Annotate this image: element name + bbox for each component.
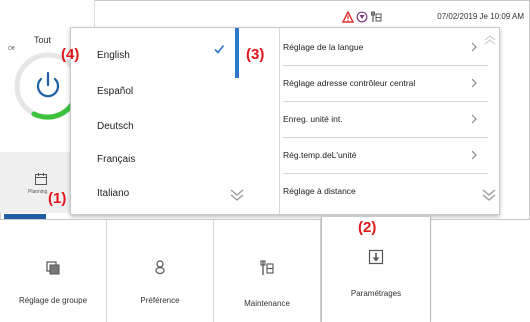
toolbar-label: Maintenance — [244, 299, 290, 308]
check-icon — [214, 45, 225, 54]
warning-icon[interactable] — [342, 11, 354, 23]
settings-item-label: Réglage de la langue — [283, 42, 364, 52]
language-item-espanol[interactable]: Español — [97, 86, 133, 97]
settings-download-icon — [368, 249, 384, 265]
menu-divider — [279, 28, 280, 214]
chevron-right-icon — [471, 78, 477, 88]
chevron-right-icon — [471, 42, 477, 52]
settings-scrollbar[interactable] — [236, 28, 239, 78]
callout-marker-1: (1) — [48, 190, 67, 207]
toolbar-label: Paramétrages — [350, 289, 402, 298]
language-list: English Español Deutsch Français Italian… — [71, 28, 244, 214]
callout-marker-3: (3) — [246, 46, 265, 63]
settings-item-language[interactable]: Réglage de la langue — [283, 30, 488, 66]
toolbar-preference[interactable]: Préférence — [107, 220, 214, 322]
toolbar-label: Préférence — [140, 296, 180, 305]
all-units-label: Tout — [34, 35, 52, 45]
scroll-down-icon[interactable] — [481, 188, 497, 202]
settings-item-label: Réglage à distance — [283, 186, 356, 196]
toolbar-group-settings[interactable]: Réglage de groupe — [0, 220, 107, 322]
preference-icon — [155, 260, 165, 275]
calendar-icon — [35, 173, 47, 185]
chevron-right-icon — [471, 150, 477, 160]
callout-marker-4: (4) — [61, 46, 80, 63]
status-bar: 07/02/2019 Je 10:09 AM — [96, 10, 524, 26]
callout-marker-2: (2) — [358, 219, 377, 236]
filter-icon[interactable] — [356, 11, 368, 23]
language-item-english[interactable]: English — [97, 50, 130, 61]
settings-item-indoor-unit-registration[interactable]: Enreg. unité int. — [283, 102, 488, 138]
settings-item-label: Rég.temp.deL'unité — [283, 150, 357, 160]
toolbar-maintenance[interactable]: Maintenance — [214, 220, 321, 322]
chevron-right-icon — [471, 114, 477, 124]
toolbar-label: Réglage de groupe — [18, 296, 88, 305]
settings-item-unit-temperature[interactable]: Rég.temp.deL'unité — [283, 138, 488, 174]
language-item-francais[interactable]: Français — [97, 154, 135, 165]
maintenance-icon — [260, 260, 274, 275]
settings-item-central-controller-address[interactable]: Réglage adresse contrôleur central — [283, 66, 488, 102]
settings-item-remote-setting[interactable]: Réglage à distance — [283, 174, 488, 210]
group-icon — [46, 261, 60, 275]
status-icons — [342, 11, 382, 23]
tools-icon[interactable] — [370, 11, 382, 23]
status-date-time: 07/02/2019 Je 10:09 AM — [437, 12, 524, 21]
schedule-label: Planning — [28, 189, 48, 195]
settings-item-label: Réglage adresse contrôleur central — [283, 78, 416, 88]
language-item-deutsch[interactable]: Deutsch — [97, 121, 134, 132]
settings-dropdown-menu: English Español Deutsch Français Italian… — [70, 27, 500, 215]
scroll-up-icon[interactable] — [483, 34, 497, 46]
scroll-down-icon[interactable] — [229, 188, 245, 202]
bottom-toolbar: Réglage de groupe Préférence Maintenance… — [0, 217, 530, 322]
language-item-italiano[interactable]: Italiano — [97, 188, 129, 199]
settings-item-label: Enreg. unité int. — [283, 114, 343, 124]
